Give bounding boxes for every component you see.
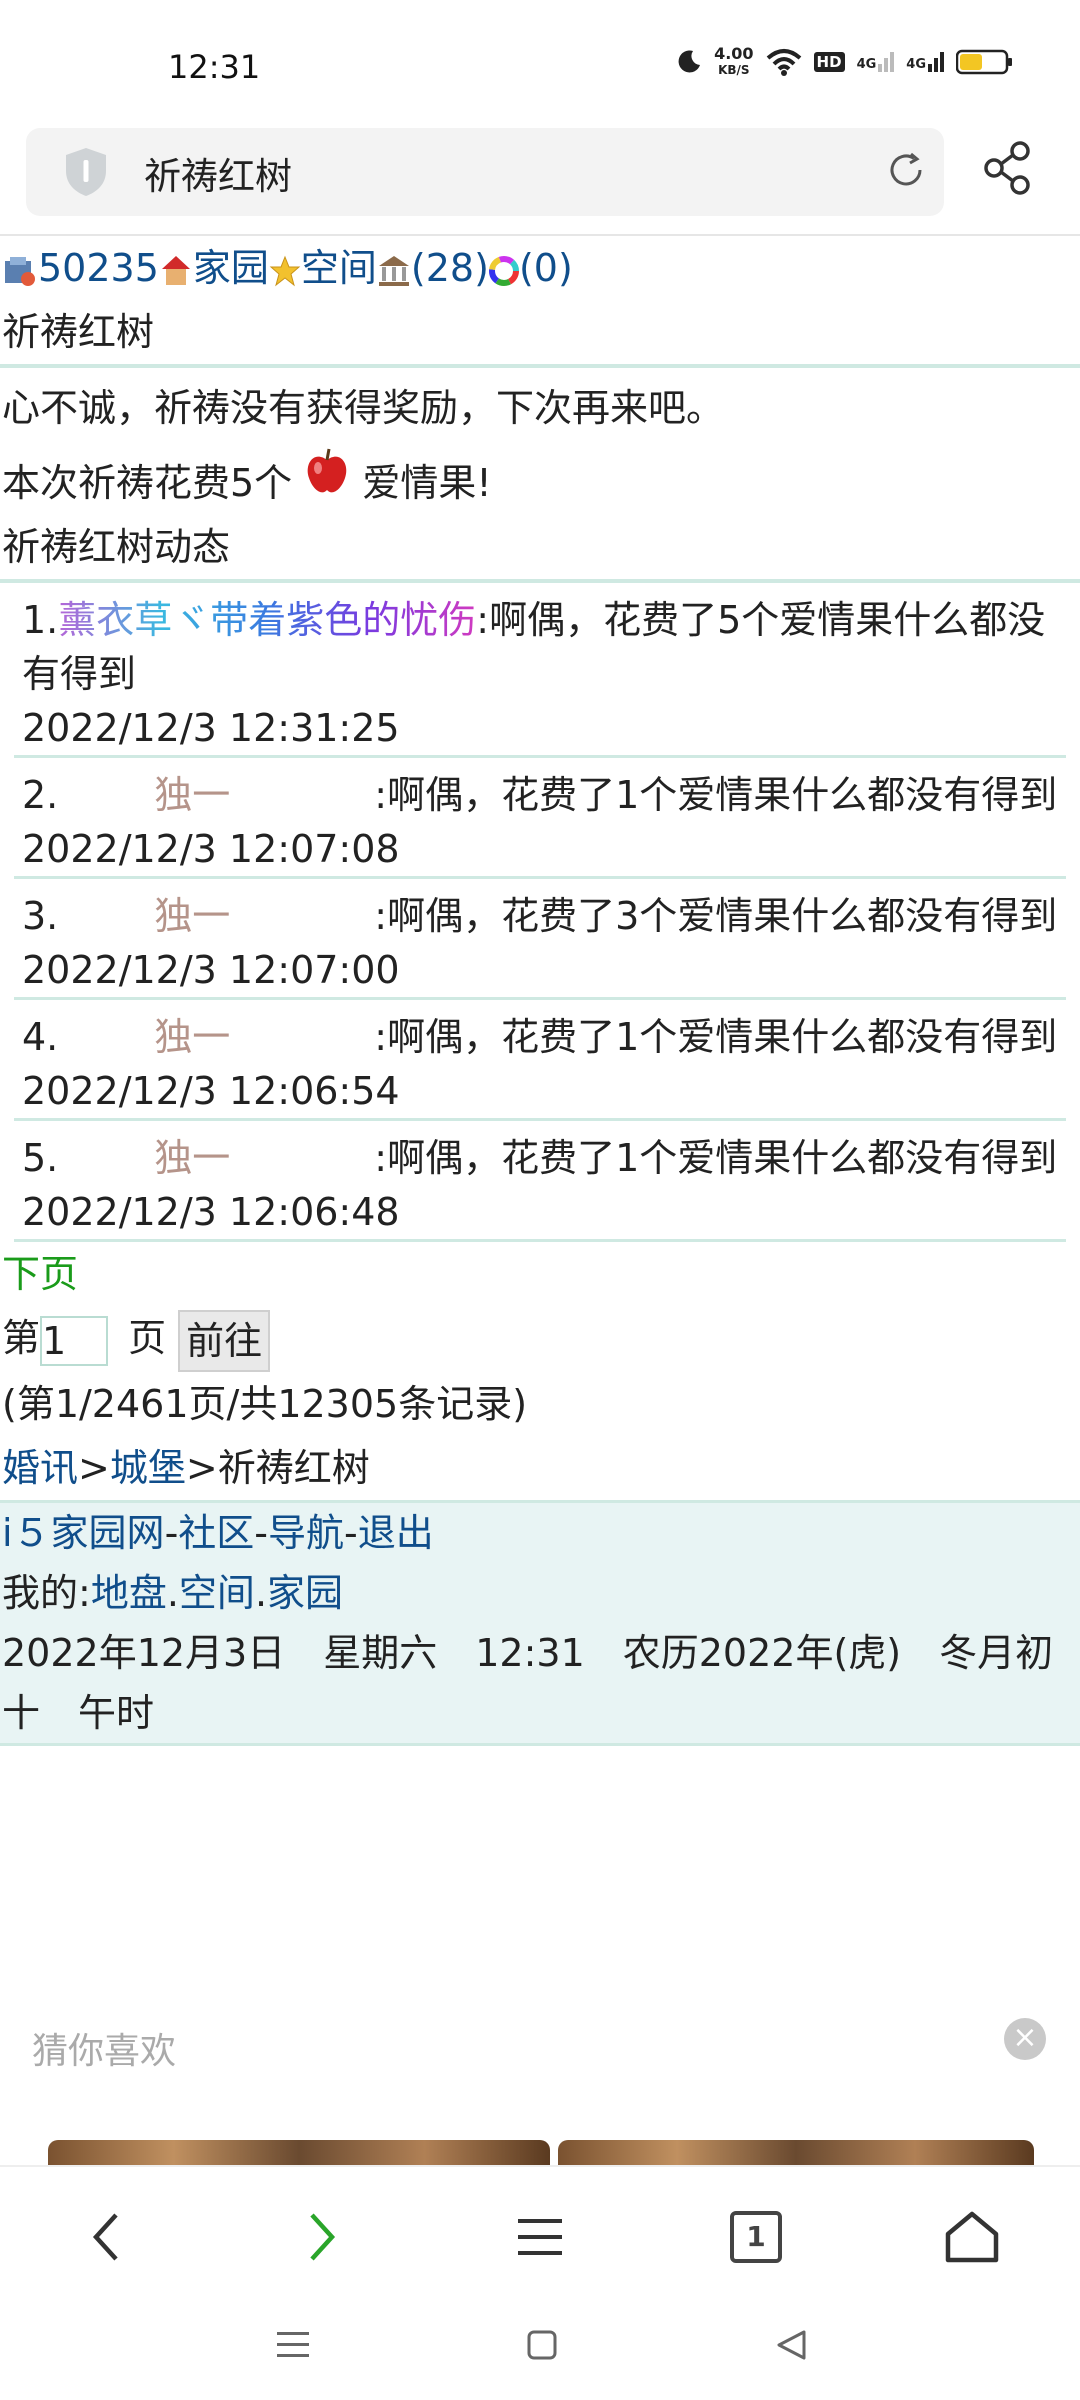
back-button[interactable] — [66, 2197, 146, 2277]
tabs-button[interactable]: 1 — [716, 2197, 796, 2277]
count-link-2[interactable]: (0) — [519, 246, 573, 290]
record-time: 2022/12/3 12:07:08 — [22, 827, 400, 871]
my-land-link[interactable]: 地盘 — [91, 1571, 167, 1615]
system-nav-bar — [0, 2300, 1080, 2400]
divider — [0, 364, 1080, 368]
username-link[interactable]: 独一 — [154, 1131, 374, 1185]
house-icon — [161, 255, 190, 285]
count-link-1[interactable]: (28) — [411, 246, 489, 290]
community-link[interactable]: 社区 — [178, 1511, 254, 1555]
my-home-link[interactable]: 家园 — [267, 1571, 343, 1615]
page-heading: 祈祷红树 — [2, 310, 155, 354]
menu-button[interactable] — [500, 2197, 580, 2277]
username-link[interactable]: 独一 — [154, 768, 374, 822]
forward-button[interactable] — [282, 2197, 362, 2277]
status-time: 12:31 — [168, 48, 261, 86]
list-item: 5. 独一:啊偶，花费了1个爱情果什么都没有得到 2022/12/3 12:06:… — [14, 1121, 1066, 1242]
wifi-icon — [766, 49, 801, 76]
record-time: 2022/12/3 12:07:00 — [22, 948, 400, 992]
home-button[interactable] — [932, 2197, 1012, 2277]
cost-message: 本次祈祷花费5个 爱情果! — [0, 446, 1080, 515]
back-nav-icon[interactable] — [774, 2328, 808, 2362]
chevron-left-icon — [92, 2213, 118, 2261]
activity-heading: 祈祷红树动态 — [2, 525, 231, 569]
color-wheel-icon — [488, 255, 519, 286]
username-link[interactable]: 独一 — [154, 1010, 374, 1064]
home-link[interactable]: 家园 — [193, 246, 269, 290]
result-message: 心不诚，祈祷没有获得奖励，下次再来吧。 — [2, 386, 725, 430]
logout-link[interactable]: 退出 — [358, 1511, 434, 1555]
reload-icon[interactable] — [884, 148, 928, 192]
recents-icon[interactable] — [275, 2328, 311, 2362]
recommendation-panel: 猜你喜欢 × — [0, 2000, 1080, 2170]
star-icon — [269, 255, 301, 286]
list-item: 4. 独一:啊偶，花费了1个爱情果什么都没有得到 2022/12/3 12:06:… — [14, 1000, 1066, 1121]
footer-nav: i５家园网-社区-导航-退出 — [2, 1510, 434, 1555]
breadcrumb-castle-link[interactable]: 城堡 — [110, 1446, 186, 1490]
page-title[interactable]: 祈祷红树 — [144, 146, 292, 200]
top-links: 50235 家园 空间 (28) (0) — [0, 236, 1080, 300]
username-link[interactable]: 独一 — [154, 889, 374, 943]
page-content: 50235 家园 空间 (28) (0) 祈祷红树 心不诚，祈祷没有获得奖励，下… — [0, 236, 1080, 1746]
space-link[interactable]: 空间 — [301, 246, 377, 290]
record-time: 2022/12/3 12:31:25 — [22, 706, 400, 750]
recommendation-title: 猜你喜欢 — [32, 2031, 177, 2072]
shield-icon[interactable] — [62, 146, 110, 198]
record-time: 2022/12/3 12:06:48 — [22, 1190, 400, 1234]
my-space-link[interactable]: 空间 — [179, 1571, 255, 1615]
navigation-link[interactable]: 导航 — [268, 1511, 344, 1555]
list-item: 1.薰衣草ヾ带着紫色的忧伤:啊偶，花费了5个爱情果什么都没有得到 2022/12… — [14, 583, 1066, 758]
my-links: 我的:地盘.空间.家园 — [2, 1570, 344, 1615]
status-bar: 12:31 4.00 KB/S HD 4G 4G — [0, 0, 1080, 130]
battery-icon — [956, 49, 1012, 75]
home-nav-icon[interactable] — [526, 2328, 558, 2362]
username-link[interactable]: 薰衣草ヾ带着紫色的忧伤 — [58, 598, 476, 642]
tab-count: 1 — [730, 2211, 782, 2263]
moon-icon — [678, 50, 701, 73]
breadcrumb-current: 祈祷红树 — [217, 1445, 370, 1490]
record-time: 2022/12/3 12:06:54 — [22, 1069, 400, 1113]
address-bar[interactable]: 祈祷红树 — [26, 128, 944, 216]
chevron-right-icon — [310, 2213, 336, 2261]
list-item: 2. 独一:啊偶，花费了1个爱情果什么都没有得到 2022/12/3 12:07:… — [14, 758, 1066, 879]
close-icon[interactable]: × — [1004, 2018, 1046, 2060]
status-icons: 4.00 KB/S HD 4G 4G — [676, 46, 1014, 78]
page-summary: (第1/2461页/共12305条记录) — [2, 1381, 528, 1426]
signal-sim1-icon: 4G — [857, 52, 895, 72]
network-speed: 4.00 KB/S — [714, 44, 754, 78]
breadcrumb: 婚讯>城堡>祈祷红树 — [2, 1445, 370, 1490]
signal-sim2-icon: 4G — [906, 52, 944, 72]
page-number-input[interactable]: 1 — [40, 1315, 109, 1366]
bank-icon — [378, 255, 409, 286]
list-item: 3. 独一:啊偶，花费了3个爱情果什么都没有得到 2022/12/3 12:07:… — [14, 879, 1066, 1000]
page-jump: 第1 页前往 — [0, 1306, 1080, 1372]
next-page-link[interactable]: 下页 — [0, 1242, 1080, 1306]
site-home-link[interactable]: i５家园网 — [2, 1511, 165, 1555]
go-button[interactable]: 前往 — [178, 1309, 271, 1372]
user-badge-icon — [5, 256, 35, 286]
apple-icon — [307, 448, 347, 493]
hd-icon: HD — [813, 52, 845, 72]
user-id-link[interactable]: 50235 — [38, 246, 159, 290]
home-icon — [945, 2211, 999, 2263]
menu-icon — [518, 2219, 562, 2255]
breadcrumb-wedding-link[interactable]: 婚讯 — [2, 1446, 78, 1490]
site-footer: i５家园网-社区-导航-退出 我的:地盘.空间.家园 2022年12月3日 星期… — [0, 1499, 1080, 1746]
share-icon[interactable] — [980, 140, 1036, 196]
date-line: 2022年12月3日 星期六 12:31 农历2022年(虎) 冬月初十 午时 — [2, 1630, 1054, 1735]
browser-toolbar: 1 — [0, 2165, 1080, 2302]
